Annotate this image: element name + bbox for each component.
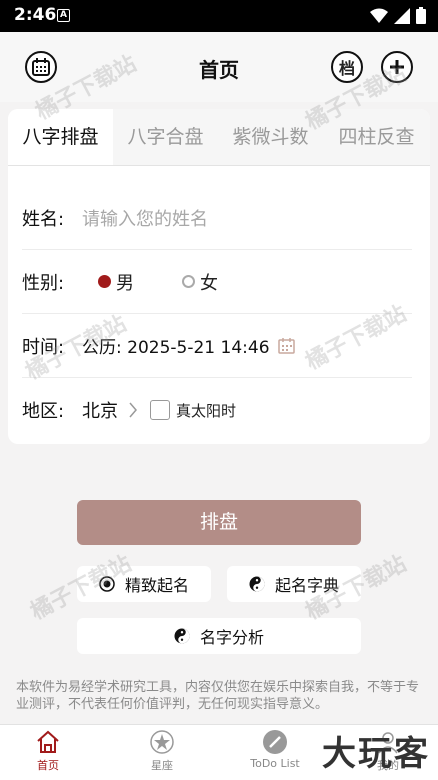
- top-app-bar: 首页 档: [0, 32, 438, 102]
- archive-button[interactable]: 档: [331, 51, 363, 83]
- true-solar-label: 真太阳时: [176, 401, 237, 420]
- nav-constellation[interactable]: 星座: [112, 729, 212, 773]
- tab-bazi-hepan[interactable]: 八字合盘: [113, 109, 218, 165]
- pencil-icon: [263, 730, 287, 754]
- tab-bazi-paipan[interactable]: 八字排盘: [8, 109, 113, 165]
- gender-male-radio[interactable]: 男: [98, 269, 134, 295]
- sim-icon: A: [57, 9, 70, 22]
- name-label: 姓名:: [22, 208, 65, 230]
- page-title: 首页: [199, 58, 239, 82]
- yin-yang-icon: [174, 628, 190, 644]
- gender-row: 性别: 男 女: [22, 250, 412, 314]
- region-value[interactable]: 北京: [82, 397, 118, 423]
- status-bar: 2:46 A: [0, 0, 438, 32]
- disclaimer-text: 本软件为易经学术研究工具，内容仅供您在娱乐中探索自我，不等于专业测评，不代表任何…: [16, 680, 420, 712]
- nav-todo-list[interactable]: ToDo List: [225, 729, 325, 770]
- chevron-right-icon[interactable]: [128, 402, 138, 418]
- gender-female-radio[interactable]: 女: [182, 269, 218, 295]
- name-analysis-button[interactable]: 名字分析: [77, 618, 361, 654]
- radio-unchecked-icon: [182, 275, 195, 288]
- battery-icon: [416, 7, 426, 24]
- target-icon: [99, 576, 115, 592]
- brand-watermark: 大玩客: [322, 734, 430, 774]
- signal-icon: [394, 7, 410, 24]
- naming-button[interactable]: 精致起名: [77, 566, 211, 602]
- tab-ziwei-doushu[interactable]: 紫微斗数: [218, 109, 323, 165]
- nav-home[interactable]: 首页: [0, 729, 98, 773]
- bazi-form: 姓名: 请输入您的姓名 性别: 男 女 时间: 公历: 2025-5-21 14…: [8, 166, 430, 444]
- radio-checked-icon: [98, 275, 111, 288]
- true-solar-checkbox[interactable]: [150, 400, 170, 420]
- date-picker-icon[interactable]: [277, 337, 295, 354]
- yin-yang-icon: [249, 576, 265, 592]
- region-label: 地区:: [22, 401, 65, 422]
- tab-sizhu-fancha[interactable]: 四柱反查: [323, 109, 430, 165]
- home-icon: [37, 730, 59, 753]
- tab-bar: 八字排盘 八字合盘 紫微斗数 四柱反查: [8, 109, 430, 167]
- add-icon[interactable]: [381, 51, 413, 83]
- paipan-button[interactable]: 排盘: [77, 500, 361, 545]
- time-row: 时间: 公历: 2025-5-21 14:46: [22, 314, 412, 378]
- time-label: 时间:: [22, 336, 65, 358]
- wifi-icon: [370, 8, 388, 23]
- name-input[interactable]: 请输入您的姓名: [82, 205, 208, 231]
- status-time: 2:46: [14, 5, 57, 25]
- star-icon: [150, 730, 174, 754]
- gender-label: 性别:: [22, 272, 65, 294]
- name-row: 姓名: 请输入您的姓名: [22, 186, 412, 250]
- time-value[interactable]: 公历: 2025-5-21 14:46: [82, 333, 270, 358]
- region-row: 地区: 北京 真太阳时: [22, 378, 412, 442]
- name-dictionary-button[interactable]: 起名字典: [227, 566, 361, 602]
